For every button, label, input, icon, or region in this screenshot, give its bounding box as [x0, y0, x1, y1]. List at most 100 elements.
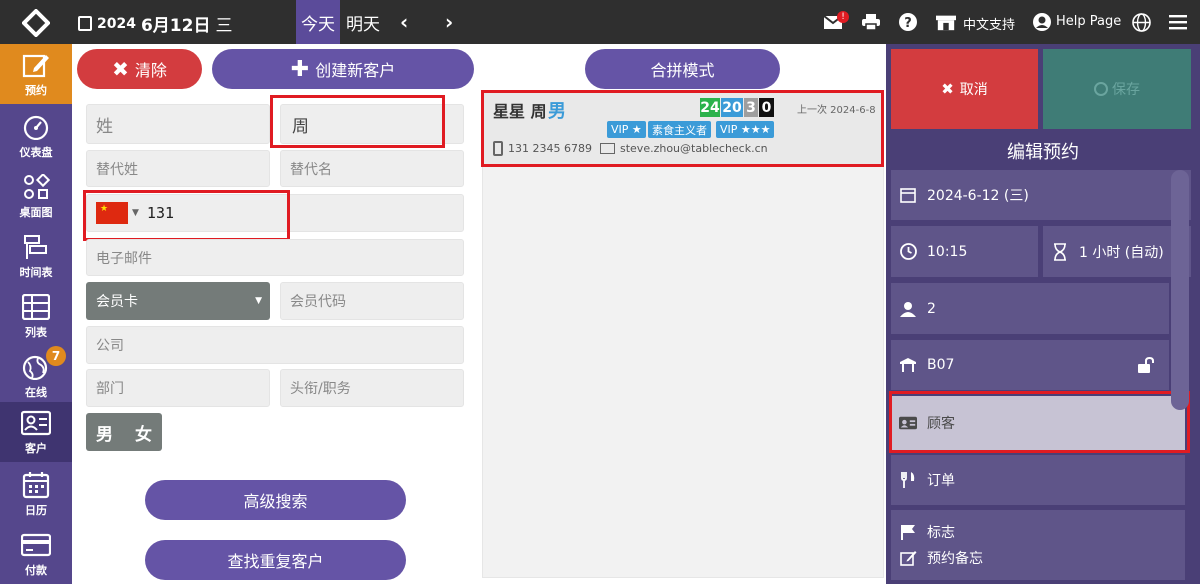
app-logo-icon[interactable] [22, 9, 50, 37]
time-row[interactable]: 10:15 [891, 226, 1038, 277]
email-field[interactable]: 电子邮件 [86, 239, 464, 276]
cancel-button[interactable]: ✖ 取消 [891, 49, 1038, 129]
duration-select[interactable]: 1 小时 (自动) ▼ [1043, 226, 1191, 277]
nav-item-floorplan[interactable]: 桌面图 [0, 166, 72, 226]
flag-row[interactable]: 标志 [899, 522, 955, 542]
nav-item-dashboard[interactable]: 仪表盘 [0, 106, 72, 166]
table-row[interactable]: B07 [891, 340, 1169, 390]
id-card-icon [21, 409, 51, 437]
customer-gender: 男 [548, 101, 566, 122]
save-button[interactable]: 保存 [1043, 49, 1191, 129]
save-label: 保存 [1112, 82, 1140, 98]
company-field[interactable]: 公司 [86, 326, 464, 364]
help-page-link[interactable]: Help Page [1056, 14, 1121, 29]
find-duplicates-button[interactable]: 查找重复客户 [145, 540, 406, 580]
advanced-search-button[interactable]: 高级搜索 [145, 480, 406, 520]
today-button[interactable]: 今天 [296, 0, 340, 44]
member-code-placeholder: 会员代码 [290, 294, 346, 310]
table-value: B07 [927, 357, 955, 373]
result-email: steve.zhou@tablecheck.cn [620, 142, 768, 155]
nav-item-timeline[interactable]: 时间表 [0, 226, 72, 286]
memo-row[interactable]: 预约备忘 [899, 548, 983, 568]
alt-last-name-placeholder: 替代姓 [96, 161, 138, 178]
create-customer-label: 创建新客户 [315, 61, 396, 80]
department-field[interactable]: 部门 [86, 369, 270, 407]
gender-male-option[interactable]: 男 [96, 420, 113, 445]
date-display[interactable]: 2024 6月12日 三 [78, 11, 232, 36]
merge-mode-button[interactable]: 合拼模式 [585, 49, 780, 89]
tag-vip-3: VIP ★★★ [716, 121, 775, 138]
gender-toggle[interactable]: 男 女 [86, 413, 162, 451]
nav-label: 客户 [25, 442, 47, 455]
table-icon [21, 293, 51, 321]
person-icon [899, 300, 917, 318]
flags-memo-section[interactable]: 标志 预约备忘 [891, 510, 1185, 580]
phone-icon [493, 141, 503, 156]
order-row[interactable]: 订单 [891, 455, 1185, 505]
member-code-field[interactable]: 会员代码 [280, 282, 464, 320]
create-customer-button[interactable]: ✚ 创建新客户 [212, 49, 474, 89]
guests-value: 2 [927, 300, 936, 317]
menu-icon[interactable] [1168, 13, 1188, 31]
nav-item-online[interactable]: 在线 7 [0, 346, 72, 406]
nav-item-calendar[interactable]: 日历 [0, 464, 72, 524]
shapes-icon [21, 173, 51, 201]
table-icon [899, 356, 917, 374]
panel-scrollbar[interactable] [1171, 170, 1189, 410]
member-card-select[interactable]: 会员卡 ▼ [86, 282, 270, 320]
flag-label: 标志 [927, 525, 955, 541]
nav-item-list[interactable]: 列表 [0, 286, 72, 346]
company-placeholder: 公司 [96, 338, 124, 354]
calendar-icon [21, 471, 51, 499]
edit-icon [21, 51, 51, 79]
department-placeholder: 部门 [96, 381, 124, 397]
nav-label: 日历 [25, 504, 47, 517]
clear-button[interactable]: ✖ 清除 [77, 49, 202, 89]
flag-icon [899, 523, 917, 541]
year-label: 2024 [97, 15, 136, 32]
score-completed: 20 [721, 98, 743, 117]
nav-label: 仪表盘 [19, 146, 53, 159]
alt-first-name-field[interactable]: 替代名 [280, 150, 464, 187]
email-icon [600, 143, 615, 154]
question-icon[interactable]: ? [898, 13, 918, 31]
duration-value: 1 小时 (自动) [1079, 244, 1164, 261]
calendar-icon [78, 16, 92, 31]
language-support-link[interactable]: 中文支持 [963, 14, 1015, 33]
circle-icon [1094, 82, 1108, 96]
customer-name: 星星 周 [493, 102, 547, 121]
date-row[interactable]: 2024-6-12 (三) [891, 170, 1191, 220]
timeline-icon [21, 233, 51, 261]
alt-last-name-field[interactable]: 替代姓 [86, 150, 270, 187]
print-icon[interactable] [861, 13, 881, 31]
member-card-label: 会员卡 [96, 294, 138, 310]
last-name-field[interactable]: 姓 [86, 104, 270, 144]
edit-reservation-title: 编辑预约 [1007, 142, 1079, 163]
mail-badge: ! [837, 11, 849, 23]
clear-button-label: 清除 [134, 61, 167, 80]
nav-item-reservation[interactable]: 预约 [0, 44, 72, 104]
nav-item-payment[interactable]: 付款 [0, 524, 72, 584]
tomorrow-button[interactable]: 明天 [342, 0, 384, 44]
svg-text:?: ? [904, 16, 912, 31]
calendar-icon [899, 186, 917, 204]
weekday-label: 三 [215, 16, 233, 36]
nav-label: 列表 [25, 326, 47, 339]
user-icon [1032, 13, 1052, 31]
gender-female-option[interactable]: 女 [135, 420, 152, 445]
job-title-field[interactable]: 头衔/职务 [280, 369, 464, 407]
phone-highlight [83, 190, 290, 241]
prev-day-button[interactable]: ‹ [400, 10, 408, 34]
nav-item-customer[interactable]: 客户 [0, 402, 72, 462]
email-placeholder: 电子邮件 [96, 250, 152, 267]
guests-row[interactable]: 2 [891, 283, 1169, 334]
score-visits: 24 [700, 98, 720, 117]
clock-icon [899, 243, 917, 261]
tag-vegetarian: 素食主义者 [648, 121, 711, 138]
unlock-icon[interactable] [1138, 357, 1155, 373]
plus-icon: ✚ [290, 56, 310, 82]
globe-icon[interactable] [1131, 12, 1151, 32]
next-day-button[interactable]: › [445, 10, 453, 34]
month-day-label: 6月12日 [140, 16, 211, 36]
edit-icon [899, 549, 917, 567]
